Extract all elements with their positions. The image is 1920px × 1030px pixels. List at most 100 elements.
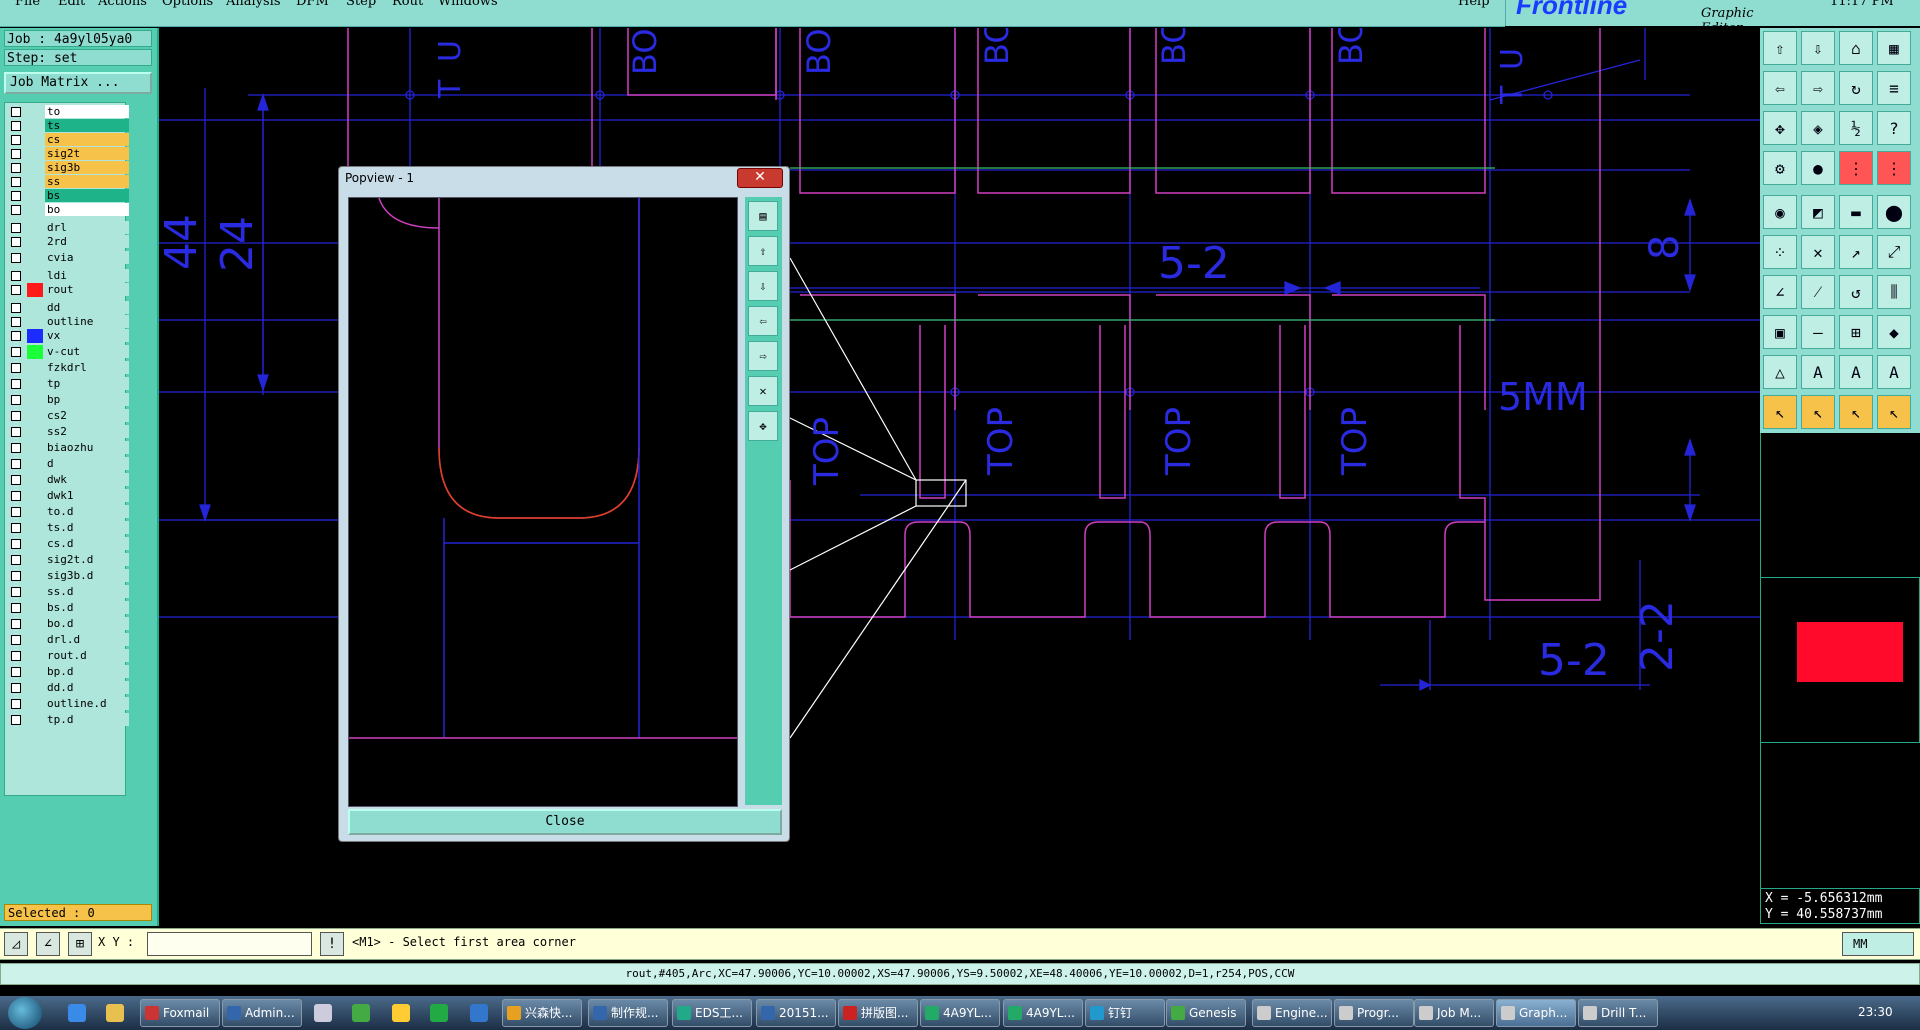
- layer-name[interactable]: drl.d: [45, 633, 129, 646]
- taskbar-item[interactable]: Drill T...: [1578, 999, 1658, 1027]
- layer-checkbox[interactable]: [11, 635, 21, 645]
- layer-checkbox[interactable]: [11, 331, 21, 341]
- layer-name[interactable]: dd.d: [45, 681, 129, 694]
- layer-name[interactable]: bs: [45, 189, 129, 202]
- layer-row-ss2[interactable]: ss2: [7, 425, 129, 439]
- taskbar-item[interactable]: Admin...: [222, 999, 302, 1027]
- layer-row-to-d[interactable]: to.d: [7, 505, 129, 519]
- layer-name[interactable]: biaozhu: [45, 441, 129, 454]
- layer-name[interactable]: tp: [45, 377, 129, 390]
- menu-step[interactable]: Step: [346, 0, 376, 9]
- layer-checkbox[interactable]: [11, 177, 21, 187]
- layer-name[interactable]: bo: [45, 203, 129, 216]
- layer-name[interactable]: vx: [45, 329, 129, 342]
- layer-checkbox[interactable]: [11, 395, 21, 405]
- layer-row-biaozhu[interactable]: biaozhu: [7, 441, 129, 455]
- zoom-down-icon[interactable]: ⇩: [1801, 31, 1835, 65]
- popview-down-icon[interactable]: ⇩: [748, 271, 778, 301]
- menu-actions[interactable]: Actions: [98, 0, 147, 9]
- layer-row-dd-d[interactable]: dd.d: [7, 681, 129, 695]
- help-icon[interactable]: ?: [1877, 111, 1911, 145]
- layer-row-2rd[interactable]: 2rd: [7, 235, 129, 249]
- menu-analysis[interactable]: Analysis: [226, 0, 281, 9]
- layer-row-ss-d[interactable]: ss.d: [7, 585, 129, 599]
- layer-row-sig2t[interactable]: sig2t: [7, 147, 129, 161]
- layer-name[interactable]: drl: [45, 221, 129, 234]
- doc-icon[interactable]: [314, 1004, 332, 1022]
- layer-checkbox[interactable]: [11, 205, 21, 215]
- layer-row-cs-d[interactable]: cs.d: [7, 537, 129, 551]
- menu-file[interactable]: File: [15, 0, 40, 9]
- layer-checkbox[interactable]: [11, 347, 21, 357]
- dimension-icon[interactable]: ⊞: [1839, 315, 1873, 349]
- layer-row-tp[interactable]: tp: [7, 377, 129, 391]
- pad-add-icon[interactable]: ◉: [1763, 195, 1797, 229]
- redraw-icon[interactable]: ↻: [1839, 71, 1873, 105]
- layer-name[interactable]: outline: [45, 315, 129, 328]
- layer-name[interactable]: to: [45, 105, 129, 118]
- layer-name[interactable]: cs: [45, 133, 129, 146]
- layer-checkbox[interactable]: [11, 507, 21, 517]
- popview-fit-icon[interactable]: ▤: [748, 201, 778, 231]
- layer-checkbox[interactable]: [11, 223, 21, 233]
- center-icon[interactable]: ◈: [1801, 111, 1835, 145]
- filter2-icon[interactable]: ⋮: [1877, 151, 1911, 185]
- folder-icon[interactable]: [106, 1004, 124, 1022]
- taskbar-item[interactable]: Progr...: [1334, 999, 1414, 1027]
- layer-row-bp[interactable]: bp: [7, 393, 129, 407]
- layer-name[interactable]: cvia: [45, 251, 129, 264]
- layer-checkbox[interactable]: [11, 253, 21, 263]
- app-icon-1[interactable]: [352, 1004, 370, 1022]
- layer-checkbox[interactable]: [11, 363, 21, 373]
- layer-row-tp-d[interactable]: tp.d: [7, 713, 129, 727]
- taskbar-item[interactable]: 4A9YL...: [1003, 999, 1083, 1027]
- excel-icon[interactable]: [430, 1004, 448, 1022]
- popview-left-icon[interactable]: ⇦: [748, 306, 778, 336]
- layer-checkbox[interactable]: [11, 379, 21, 389]
- popview-close-icon[interactable]: ✕: [737, 168, 783, 188]
- layer-name[interactable]: outline.d: [45, 697, 129, 710]
- taskbar-item[interactable]: Foxmail: [140, 999, 220, 1027]
- layer-checkbox[interactable]: [11, 121, 21, 131]
- layer-checkbox[interactable]: [11, 715, 21, 725]
- layer-name[interactable]: dwk: [45, 473, 129, 486]
- align-icon[interactable]: ⫼: [1877, 275, 1911, 309]
- layer-checkbox[interactable]: [11, 523, 21, 533]
- ie-icon[interactable]: [68, 1004, 86, 1022]
- layer-row-bo[interactable]: bo: [7, 203, 129, 217]
- layer-checkbox[interactable]: [11, 285, 21, 295]
- layer-checkbox[interactable]: [11, 571, 21, 581]
- menu-rout[interactable]: Rout: [392, 0, 423, 9]
- layer-checkbox[interactable]: [11, 619, 21, 629]
- taskbar-item[interactable]: 制作规...: [588, 999, 668, 1027]
- layer-row-to[interactable]: to: [7, 105, 129, 119]
- layer-name[interactable]: ts: [45, 119, 129, 132]
- pan-left-icon[interactable]: ⇦: [1763, 71, 1797, 105]
- angle-icon[interactable]: ∠: [1763, 275, 1797, 309]
- overview-map[interactable]: [1760, 577, 1920, 743]
- layer-row-sig3b[interactable]: sig3b: [7, 161, 129, 175]
- layer-name[interactable]: dd: [45, 301, 129, 314]
- layer-row-outline[interactable]: outline: [7, 315, 129, 329]
- layer-row-sig2t-d[interactable]: sig2t.d: [7, 553, 129, 567]
- taskbar-item[interactable]: 4A9YL...: [920, 999, 1000, 1027]
- taskbar-item[interactable]: Engine...: [1252, 999, 1332, 1027]
- house-icon[interactable]: ⌂: [1839, 31, 1873, 65]
- popview-center-icon[interactable]: ✥: [748, 411, 778, 441]
- taskbar-item[interactable]: EDS工...: [672, 999, 752, 1027]
- zoom-home-icon[interactable]: ⇧: [1763, 31, 1797, 65]
- layer-name[interactable]: bp: [45, 393, 129, 406]
- layer-row-bo-d[interactable]: bo.d: [7, 617, 129, 631]
- shapes-icon[interactable]: ◆: [1877, 315, 1911, 349]
- window-icon[interactable]: ▦: [1877, 31, 1911, 65]
- angle-mode-icon[interactable]: ∠: [36, 932, 60, 956]
- layer-checkbox[interactable]: [11, 587, 21, 597]
- layer-name[interactable]: sig3b: [45, 161, 129, 174]
- dash-icon[interactable]: —: [1801, 315, 1835, 349]
- fit-icon[interactable]: ✥: [1763, 111, 1797, 145]
- layer-name[interactable]: rout: [45, 283, 129, 296]
- menu-options[interactable]: Options: [162, 0, 213, 9]
- layer-row-bs[interactable]: bs: [7, 189, 129, 203]
- layer-name[interactable]: 2rd: [45, 235, 129, 248]
- layer-name[interactable]: sig3b.d: [45, 569, 129, 582]
